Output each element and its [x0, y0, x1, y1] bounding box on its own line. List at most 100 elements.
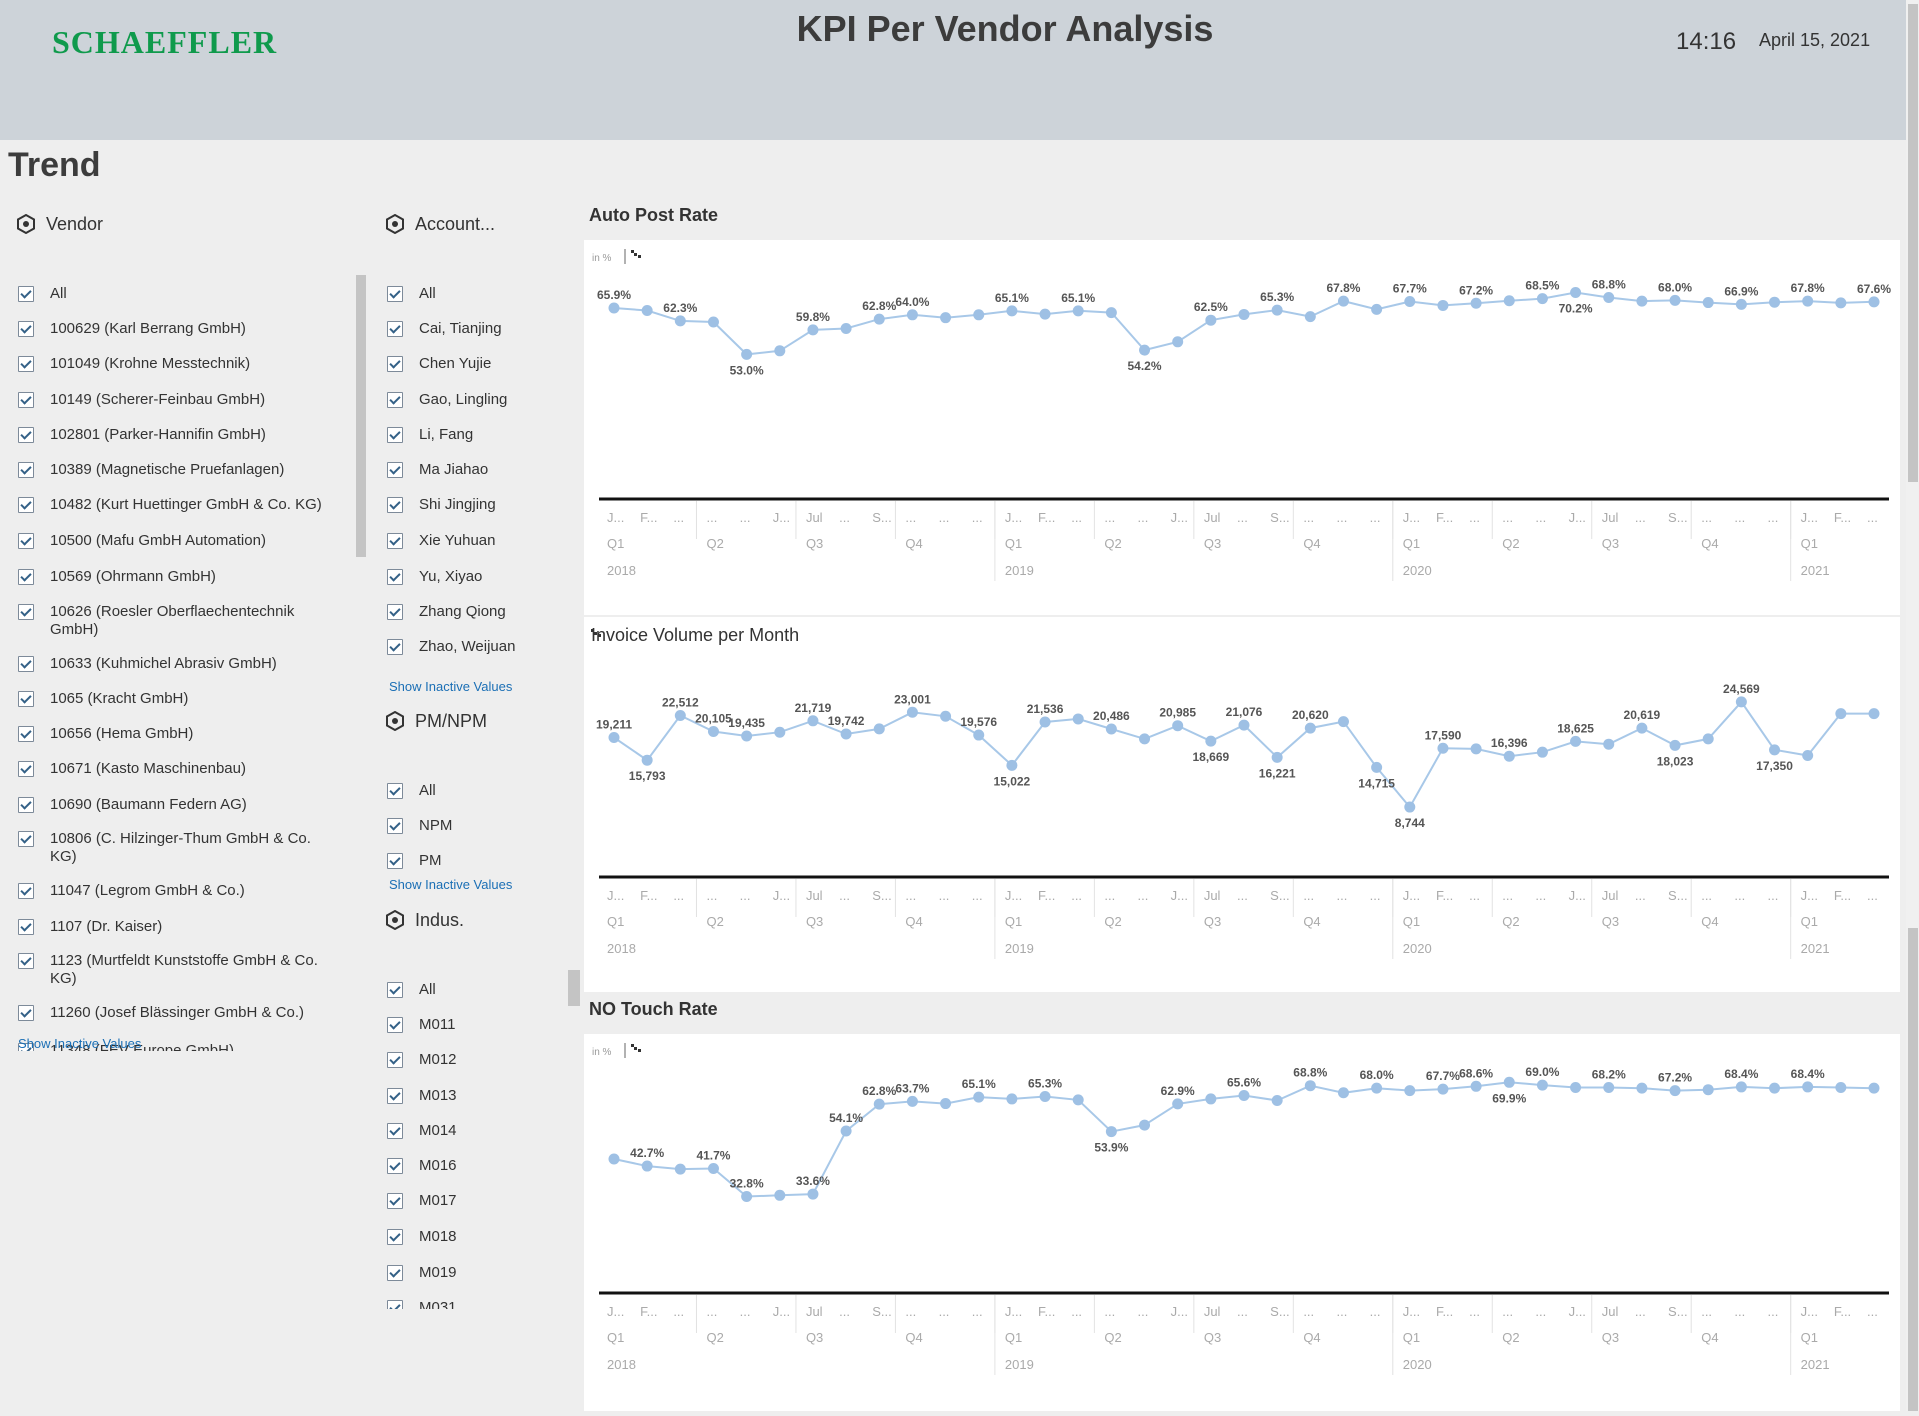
vendor-filter-item[interactable]: 10500 (Mafu GmbH Automation)	[18, 532, 338, 550]
checkbox-checked[interactable]	[18, 569, 34, 585]
account-filter-item[interactable]: Zhao, Weijuan	[387, 638, 557, 656]
checkbox-checked[interactable]	[387, 286, 403, 302]
checkbox-checked[interactable]	[387, 569, 403, 585]
indus-filter-item[interactable]: M011	[387, 1016, 557, 1034]
vendor-filter-item[interactable]: All	[18, 285, 338, 303]
checkbox-checked[interactable]	[387, 1017, 403, 1033]
checkbox-checked[interactable]	[18, 691, 34, 707]
vendor-filter-item[interactable]: 10671 (Kasto Maschinenbau)	[18, 760, 338, 778]
account-filter-item[interactable]: Chen Yujie	[387, 355, 557, 373]
account-filter-item[interactable]: Cai, Tianjing	[387, 320, 557, 338]
checkbox-checked[interactable]	[18, 497, 34, 513]
vendor-list-scrollbar[interactable]	[356, 275, 366, 557]
vendor-filter-item[interactable]: 11047 (Legrom GmbH & Co.)	[18, 882, 338, 900]
checkbox-checked[interactable]	[18, 427, 34, 443]
checkbox-checked[interactable]	[18, 392, 34, 408]
vendor-filter-item[interactable]: 11260 (Josef Blässinger GmbH & Co.)	[18, 1004, 338, 1022]
indus-filter-item[interactable]: M016	[387, 1157, 557, 1175]
vendor-filter-item[interactable]: 1107 (Dr. Kaiser)	[18, 918, 338, 936]
vendor-filter-item[interactable]: 10656 (Hema GmbH)	[18, 725, 338, 743]
checkbox-checked[interactable]	[387, 1300, 403, 1309]
vendor-filter-item[interactable]: 10482 (Kurt Huettinger GmbH & Co. KG)	[18, 496, 338, 514]
vendor-filter-item[interactable]: 10690 (Baumann Federn AG)	[18, 796, 338, 814]
pm-filter-item[interactable]: All	[387, 782, 557, 800]
account-filter-item[interactable]: Xie Yuhuan	[387, 532, 557, 550]
vendor-filter-item[interactable]: 10569 (Ohrmann GmbH)	[18, 568, 338, 586]
vendor-show-inactive-link[interactable]: Show Inactive Values	[18, 1036, 141, 1051]
checkbox-checked[interactable]	[18, 533, 34, 549]
checkbox-checked[interactable]	[387, 1088, 403, 1104]
account-filter-item[interactable]: Zhang Qiong	[387, 603, 557, 621]
page-scrollbar-thumb-lower[interactable]	[1908, 928, 1918, 1411]
checkbox-checked[interactable]	[18, 656, 34, 672]
account-filter-item[interactable]: Yu, Xiyao	[387, 568, 557, 586]
checkbox-checked[interactable]	[387, 1052, 403, 1068]
pm-filter-item[interactable]: PM	[387, 852, 557, 870]
vendor-filter-item[interactable]: 1123 (Murtfeldt Kunststoffe GmbH & Co. K…	[18, 952, 338, 988]
data-point	[1371, 761, 1383, 773]
vendor-filter-item[interactable]: 10389 (Magnetische Pruefanlagen)	[18, 461, 338, 479]
checkbox-checked[interactable]	[18, 321, 34, 337]
vendor-filter-item[interactable]: 10806 (C. Hilzinger-Thum GmbH & Co. KG)	[18, 830, 338, 866]
account-filter-item[interactable]: All	[387, 285, 557, 303]
checkbox-checked[interactable]	[18, 1005, 34, 1021]
vendor-filter-item[interactable]: 10633 (Kuhmichel Abrasiv GmbH)	[18, 655, 338, 673]
vendor-filter-item[interactable]: 102801 (Parker-Hannifin GmbH)	[18, 426, 338, 444]
checkbox-checked[interactable]	[18, 797, 34, 813]
indus-filter-item[interactable]: M012	[387, 1051, 557, 1069]
checkbox-checked[interactable]	[387, 1265, 403, 1281]
checkbox-checked[interactable]	[387, 604, 403, 620]
filter-column-scrollbar[interactable]	[568, 970, 580, 1006]
checkbox-checked[interactable]	[387, 1123, 403, 1139]
page-scrollbar-thumb-upper[interactable]	[1908, 4, 1918, 482]
checkbox-checked[interactable]	[18, 883, 34, 899]
x-tick-quarter: Q3	[1602, 536, 1619, 551]
checkbox-checked[interactable]	[387, 392, 403, 408]
checkbox-checked[interactable]	[387, 1229, 403, 1245]
checkbox-checked[interactable]	[387, 783, 403, 799]
checkbox-checked[interactable]	[18, 953, 34, 969]
checkbox-checked[interactable]	[387, 818, 403, 834]
indus-filter-item[interactable]: M013	[387, 1087, 557, 1105]
checkbox-checked[interactable]	[18, 462, 34, 478]
account-filter-item[interactable]: Shi Jingjing	[387, 496, 557, 514]
account-filter-item[interactable]: Ma Jiahao	[387, 461, 557, 479]
vendor-filter-item[interactable]: 10626 (Roesler Oberflaechentechnik GmbH)	[18, 603, 338, 639]
vendor-filter-item[interactable]: 100629 (Karl Berrang GmbH)	[18, 320, 338, 338]
checkbox-checked[interactable]	[387, 427, 403, 443]
checkbox-checked[interactable]	[387, 497, 403, 513]
indus-filter-item[interactable]: All	[387, 981, 557, 999]
checkbox-checked[interactable]	[387, 982, 403, 998]
account-filter-item[interactable]: Li, Fang	[387, 426, 557, 444]
pm-filter-item[interactable]: NPM	[387, 817, 557, 835]
checkbox-checked[interactable]	[18, 604, 34, 620]
checkbox-checked[interactable]	[18, 286, 34, 302]
vendor-filter-item[interactable]: 1065 (Kracht GmbH)	[18, 690, 338, 708]
checkbox-checked[interactable]	[18, 919, 34, 935]
checkbox-checked[interactable]	[387, 356, 403, 372]
indus-filter-item[interactable]: M017	[387, 1192, 557, 1210]
indus-filter-item[interactable]: M031	[387, 1299, 557, 1309]
x-tick-quarter: Q2	[1502, 914, 1519, 929]
data-point	[1536, 293, 1548, 305]
checkbox-checked[interactable]	[387, 1158, 403, 1174]
checkbox-checked[interactable]	[18, 761, 34, 777]
account-show-inactive-link[interactable]: Show Inactive Values	[389, 679, 512, 694]
indus-filter-item[interactable]: M018	[387, 1228, 557, 1246]
pm-show-inactive-link[interactable]: Show Inactive Values	[389, 877, 512, 892]
x-tick-quarter: Q3	[1602, 1330, 1619, 1345]
indus-filter-item[interactable]: M014	[387, 1122, 557, 1140]
checkbox-checked[interactable]	[387, 853, 403, 869]
checkbox-checked[interactable]	[18, 831, 34, 847]
account-filter-item[interactable]: Gao, Lingling	[387, 391, 557, 409]
checkbox-checked[interactable]	[387, 533, 403, 549]
checkbox-checked[interactable]	[387, 462, 403, 478]
vendor-filter-item[interactable]: 101049 (Krohne Messtechnik)	[18, 355, 338, 373]
checkbox-checked[interactable]	[387, 1193, 403, 1209]
checkbox-checked[interactable]	[387, 321, 403, 337]
checkbox-checked[interactable]	[18, 726, 34, 742]
vendor-filter-item[interactable]: 10149 (Scherer-Feinbau GmbH)	[18, 391, 338, 409]
indus-filter-item[interactable]: M019	[387, 1264, 557, 1282]
checkbox-checked[interactable]	[387, 639, 403, 655]
checkbox-checked[interactable]	[18, 356, 34, 372]
